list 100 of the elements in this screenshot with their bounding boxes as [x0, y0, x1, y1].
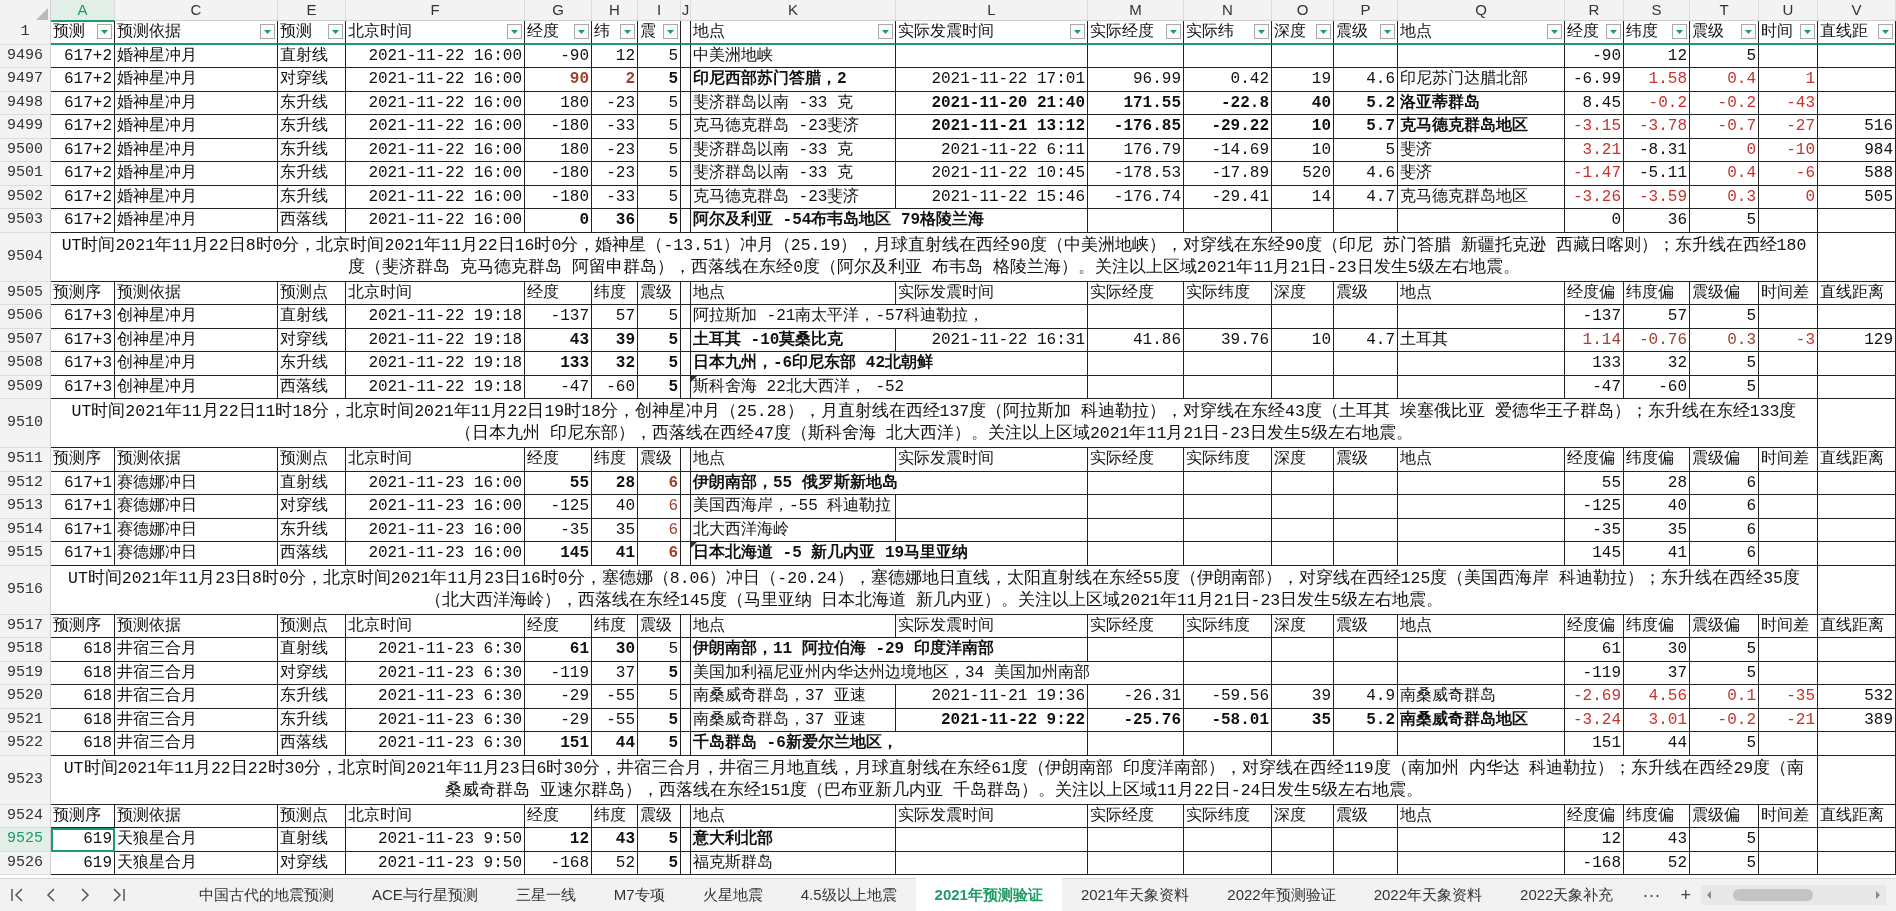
sheet-tab[interactable]: ACE与行星预测: [353, 877, 497, 911]
filter-dropdown-button[interactable]: [1316, 24, 1331, 40]
row-header[interactable]: 9499: [0, 115, 51, 139]
column-header[interactable]: J: [681, 0, 691, 22]
filter-dropdown-button[interactable]: [620, 24, 635, 40]
filter-dropdown-button[interactable]: [574, 24, 589, 40]
sheet-tab[interactable]: 2021年天象资料: [1061, 877, 1209, 911]
column-title: 地点: [691, 614, 896, 638]
row-header[interactable]: 9514: [0, 518, 51, 542]
sheet-tab[interactable]: 三星一线: [496, 877, 595, 911]
column-header[interactable]: O: [1272, 0, 1334, 22]
filter-dropdown-button[interactable]: [507, 24, 522, 40]
table-cell: 6: [1690, 471, 1759, 495]
row-header[interactable]: 9503: [0, 209, 51, 233]
filter-dropdown-button[interactable]: [1254, 24, 1269, 40]
column-header[interactable]: M: [1088, 0, 1184, 22]
filter-dropdown-button[interactable]: [1547, 24, 1562, 40]
column-header[interactable]: N: [1184, 0, 1272, 22]
row-header[interactable]: 9510: [0, 399, 51, 448]
column-header[interactable]: K: [691, 0, 896, 22]
table-cell: 619: [51, 851, 115, 875]
column-header[interactable]: E: [278, 0, 346, 22]
column-title: 北京时间: [346, 281, 525, 305]
scroll-right-icon[interactable]: [1874, 890, 1882, 900]
row-header[interactable]: 9501: [0, 162, 51, 186]
row-header[interactable]: 9505: [0, 281, 51, 305]
row-header[interactable]: 9504: [0, 232, 51, 282]
row-header[interactable]: 9520: [0, 685, 51, 709]
table-cell: 5: [1690, 638, 1759, 662]
column-header[interactable]: R: [1565, 0, 1624, 22]
filter-dropdown-button[interactable]: [1672, 24, 1687, 40]
table-cell: -168: [525, 851, 592, 875]
column-header[interactable]: S: [1624, 0, 1690, 22]
row-header[interactable]: 9508: [0, 352, 51, 376]
row-header[interactable]: 9516: [0, 565, 51, 615]
sheet-tab[interactable]: 2022年天象资料: [1354, 877, 1502, 911]
column-header[interactable]: G: [525, 0, 592, 22]
row-header[interactable]: 9506: [0, 305, 51, 329]
sheet-tab[interactable]: 2022天象补充: [1501, 877, 1633, 911]
row-header[interactable]: 9509: [0, 375, 51, 399]
column-header[interactable]: V: [1818, 0, 1896, 22]
column-header[interactable]: P: [1334, 0, 1398, 22]
row-header[interactable]: 9507: [0, 328, 51, 352]
first-sheet-icon[interactable]: [9, 887, 25, 903]
row-header[interactable]: 9497: [0, 68, 51, 92]
column-header[interactable]: F: [346, 0, 525, 22]
sheet-tab[interactable]: 2022年预测验证: [1208, 877, 1355, 911]
table-cell: 西落线: [278, 732, 346, 756]
column-title: 纬度偏: [1624, 614, 1690, 638]
column-header[interactable]: Q: [1398, 0, 1565, 22]
last-sheet-icon[interactable]: [111, 887, 127, 903]
row-header[interactable]: 9502: [0, 185, 51, 209]
filter-dropdown-button[interactable]: [97, 24, 112, 40]
filter-dropdown-button[interactable]: [663, 24, 678, 40]
row-header[interactable]: 9517: [0, 614, 51, 638]
table-cell: 619: [51, 828, 115, 852]
row-header[interactable]: 9519: [0, 661, 51, 685]
add-sheet-button[interactable]: +: [1670, 879, 1701, 911]
filter-dropdown-button[interactable]: [1606, 24, 1621, 40]
row-header[interactable]: 9500: [0, 138, 51, 162]
scrollbar-thumb[interactable]: [1732, 889, 1813, 901]
more-sheets-button[interactable]: ···: [1632, 879, 1671, 911]
filter-dropdown-button[interactable]: [878, 24, 893, 40]
column-header[interactable]: L: [896, 0, 1088, 22]
sheet-tab[interactable]: 中国古代的地震预测: [180, 877, 353, 911]
row-header[interactable]: 9498: [0, 91, 51, 115]
sheet-tab[interactable]: 2021年预测验证: [915, 877, 1062, 911]
filter-dropdown-button[interactable]: [1878, 24, 1893, 40]
row-header[interactable]: 9523: [0, 755, 51, 805]
table-cell: 10: [1272, 138, 1334, 162]
filter-dropdown-button[interactable]: [1070, 24, 1085, 40]
sheet-tab[interactable]: 4.5级以上地震: [781, 877, 916, 911]
row-header[interactable]: 9526: [0, 851, 51, 875]
filter-dropdown-button[interactable]: [1741, 24, 1756, 40]
filter-dropdown-button[interactable]: [260, 24, 275, 40]
filter-dropdown-button[interactable]: [1380, 24, 1395, 40]
row-header[interactable]: 9521: [0, 708, 51, 732]
column-header[interactable]: H: [592, 0, 638, 22]
table-cell: 福克斯群岛: [691, 851, 896, 875]
column-header[interactable]: C: [115, 0, 278, 22]
filter-dropdown-button[interactable]: [1166, 24, 1181, 40]
column-header[interactable]: I: [638, 0, 681, 22]
sheet-tab[interactable]: M7专项: [594, 877, 684, 911]
row-header[interactable]: 9512: [0, 471, 51, 495]
column-header[interactable]: U: [1759, 0, 1818, 22]
empty-cell: [1272, 209, 1334, 233]
row-header[interactable]: 9518: [0, 638, 51, 662]
row-header[interactable]: 9513: [0, 495, 51, 519]
empty-cell: [681, 828, 691, 852]
filter-dropdown-button[interactable]: [328, 24, 343, 40]
row-header[interactable]: 9515: [0, 542, 51, 566]
filter-dropdown-button[interactable]: [1800, 24, 1815, 40]
horizontal-scrollbar[interactable]: [1700, 885, 1886, 905]
row-header[interactable]: 9522: [0, 732, 51, 756]
column-header[interactable]: T: [1690, 0, 1759, 22]
row-header[interactable]: 1: [0, 21, 51, 45]
row-header[interactable]: 9524: [0, 804, 51, 828]
row-header[interactable]: 9511: [0, 448, 51, 472]
sheet-tab[interactable]: 火星地震: [683, 877, 782, 911]
row-header[interactable]: 9496: [0, 44, 51, 68]
